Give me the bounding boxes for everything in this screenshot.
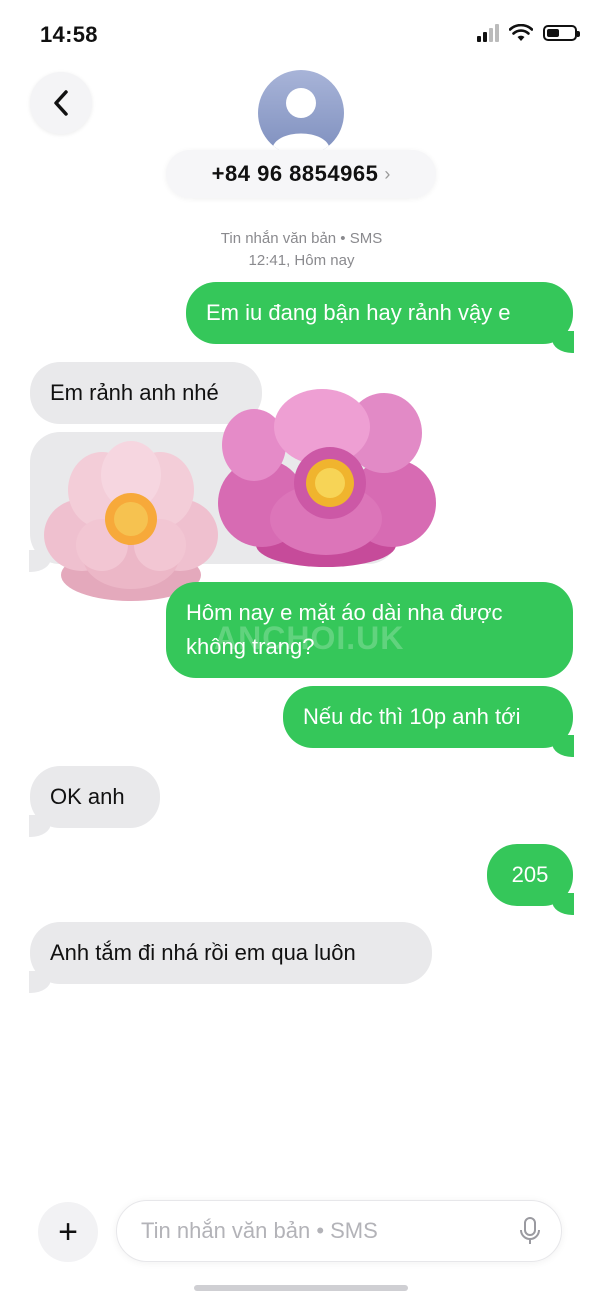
contact-number: +84 96 8854965 — [211, 161, 379, 186]
status-icons — [477, 24, 580, 42]
plus-icon: + — [58, 1212, 78, 1251]
status-time: 14:58 — [40, 22, 98, 47]
message-text: 205 — [511, 862, 549, 887]
chevron-left-icon — [54, 90, 68, 116]
microphone-icon[interactable] — [519, 1216, 541, 1246]
battery-icon — [543, 25, 580, 41]
cellular-signal-icon — [477, 24, 499, 42]
flower-sticker-magenta — [218, 389, 436, 567]
back-button[interactable] — [30, 72, 92, 134]
message-input[interactable]: Tin nhắn văn bản • SMS — [116, 1200, 562, 1262]
contact-avatar[interactable] — [258, 70, 344, 156]
wifi-icon — [509, 24, 533, 41]
battery-fill — [547, 29, 559, 37]
bubble-tail — [29, 815, 51, 837]
bubble-tail — [552, 735, 574, 757]
thread-timestamp: 12:41, Hôm nay — [248, 252, 355, 269]
message-text: Nếu dc thì 10p anh tới — [303, 704, 521, 729]
bubble-tail — [552, 893, 574, 915]
message-outgoing[interactable]: Em iu đang bận hay rảnh vậy e — [186, 282, 573, 344]
contact-name-button[interactable]: +84 96 8854965 › — [166, 150, 436, 198]
watermark: ANCHOI.UK — [214, 620, 405, 656]
message-text: OK anh — [50, 784, 125, 809]
chevron-right-icon: › — [384, 163, 391, 184]
thread-service-label: Tin nhắn văn bản • SMS — [220, 230, 383, 247]
message-input-placeholder: Tin nhắn văn bản • SMS — [141, 1218, 378, 1243]
message-text: Em iu đang bận hay rảnh vậy e — [206, 300, 511, 325]
message-incoming[interactable]: Anh tắm đi nhá rồi em qua luôn — [30, 922, 432, 984]
flower-sticker-light-pink — [44, 441, 218, 601]
bubble-tail — [29, 971, 51, 993]
add-attachment-button[interactable]: + — [38, 1202, 98, 1262]
home-indicator[interactable] — [194, 1285, 408, 1291]
message-outgoing[interactable]: Nếu dc thì 10p anh tới — [283, 686, 573, 748]
person-icon — [272, 88, 330, 150]
message-text: Anh tắm đi nhá rồi em qua luôn — [50, 940, 356, 965]
bubble-tail — [552, 331, 574, 353]
message-text: Em rảnh anh nhé — [50, 380, 219, 405]
